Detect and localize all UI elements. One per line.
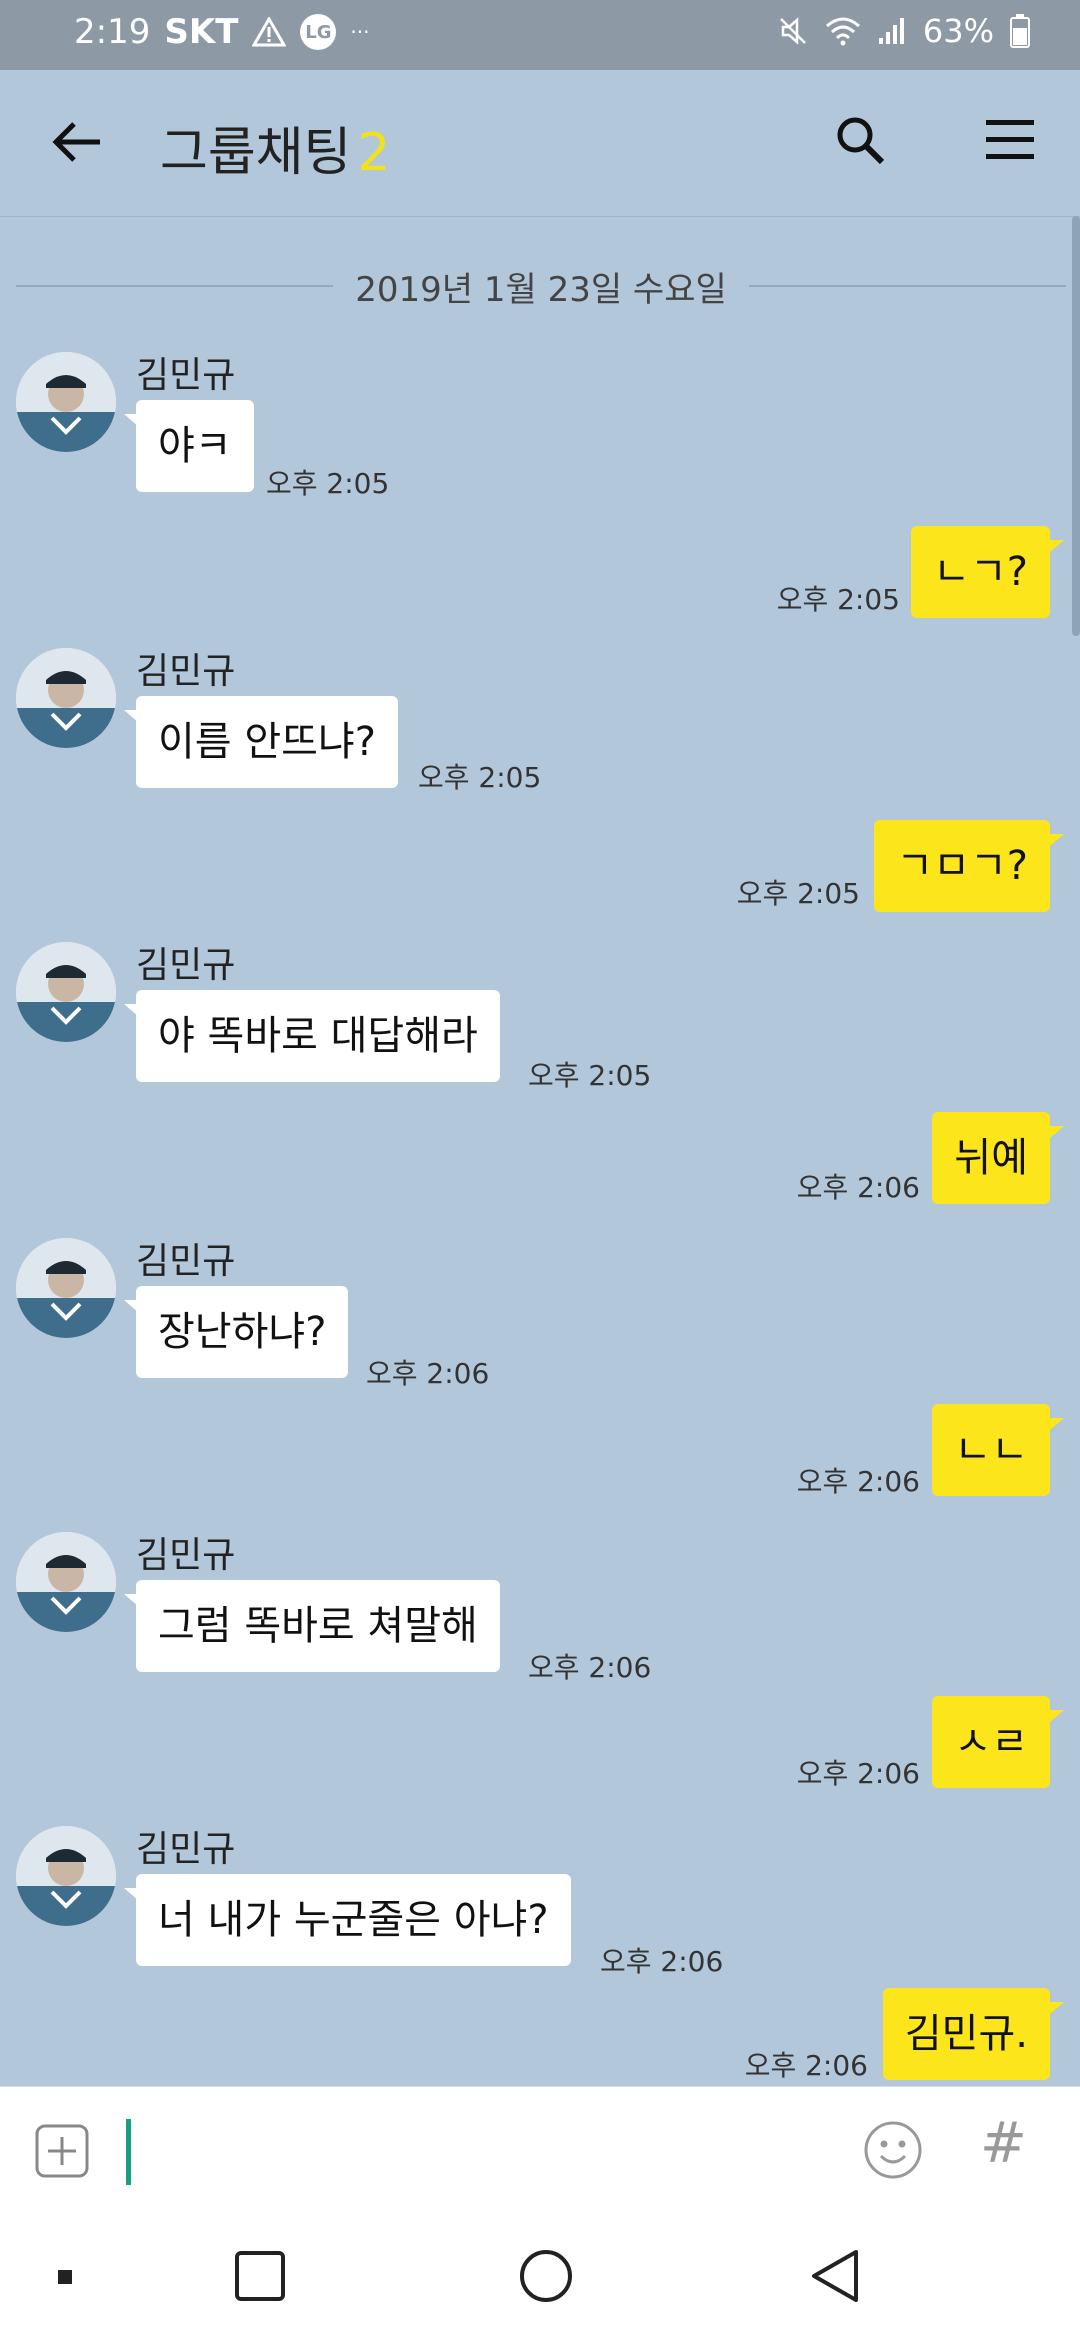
avatar[interactable]: [16, 942, 116, 1042]
back-button[interactable]: [48, 112, 108, 172]
message-bubble[interactable]: ㄱㅁㄱ?: [874, 820, 1064, 912]
message-bubble[interactable]: 야 똑바로 대답해라: [124, 990, 500, 1082]
status-carrier: SKT: [164, 12, 239, 52]
avatar[interactable]: [16, 352, 116, 452]
message-bubble[interactable]: 야ㅋ: [124, 400, 254, 492]
message-input-bar: #: [0, 2086, 1080, 2213]
status-bar: 2:19 SKT LG ··· 63%: [0, 0, 1080, 70]
battery-icon: [1010, 14, 1030, 48]
avatar[interactable]: [16, 1826, 116, 1926]
message-input[interactable]: [126, 2119, 131, 2185]
outgoing-message: 뉘예 오후 2:06: [450, 1112, 1064, 1204]
outgoing-message: ㄴㄱ? 오후 2:05: [450, 526, 1064, 618]
date-divider-text: 2019년 1월 23일 수요일: [355, 269, 727, 310]
chat-title: 그룹채팅 2: [160, 110, 390, 185]
menu-button[interactable]: [980, 110, 1040, 170]
outgoing-message: ㄴㄴ 오후 2:06: [450, 1404, 1064, 1498]
chat-title-text: 그룹채팅: [160, 123, 352, 183]
lg-badge: LG: [300, 14, 337, 50]
outgoing-message: ㄱㅁㄱ? 오후 2:05: [450, 820, 1064, 912]
avatar[interactable]: [16, 648, 116, 748]
date-divider: 2019년 1월 23일 수요일: [16, 266, 1066, 310]
message-bubble[interactable]: 이름 안뜨냐?: [124, 696, 398, 788]
warning-icon: [252, 17, 287, 47]
mute-icon: [779, 17, 806, 45]
message-time: 오후 2:06: [366, 1357, 490, 1390]
message-time: 오후 2:06: [796, 1757, 920, 1790]
sender-name: 김민규: [136, 355, 236, 396]
outgoing-message: ㅅㄹ 오후 2:06: [450, 1696, 1064, 1790]
message-bubble[interactable]: 뉘예: [932, 1112, 1064, 1204]
back-nav-button[interactable]: [808, 2248, 862, 2304]
attach-plus-button[interactable]: [34, 2123, 90, 2179]
message-bubble[interactable]: 김민규.: [882, 1988, 1065, 2080]
message-time: 오후 2:06: [600, 1945, 724, 1978]
sender-name: 김민규: [136, 945, 236, 986]
message-time: 오후 2:06: [528, 1651, 652, 1684]
search-button[interactable]: [830, 110, 890, 170]
status-time: 2:19: [74, 12, 151, 52]
message-time: 오후 2:05: [266, 467, 390, 500]
message-time: 오후 2:05: [418, 761, 542, 794]
more-notifications-icon: ···: [350, 20, 370, 44]
sender-name: 김민규: [136, 651, 236, 692]
wifi-icon: [825, 17, 860, 46]
scrollbar[interactable]: [1072, 216, 1080, 636]
member-count: 2: [357, 123, 391, 183]
message-time: 오후 2:06: [796, 1465, 920, 1498]
message-bubble[interactable]: 너 내가 누군줄은 아냐?: [124, 1874, 571, 1966]
avatar[interactable]: [16, 1532, 116, 1632]
sender-name: 김민규: [136, 1241, 236, 1282]
hashtag-search-button[interactable]: #: [980, 2111, 1027, 2176]
message-bubble[interactable]: ㅅㄹ: [932, 1696, 1064, 1788]
outgoing-message: 김민규. 오후 2:06: [450, 1988, 1065, 2082]
message-bubble[interactable]: ㄴㄴ: [932, 1404, 1064, 1496]
home-button[interactable]: [518, 2248, 574, 2304]
message-time: 오후 2:06: [744, 2049, 868, 2082]
message-time: 오후 2:05: [528, 1059, 652, 1092]
avatar[interactable]: [16, 1238, 116, 1338]
message-bubble[interactable]: 그럼 똑바로 쳐말해: [124, 1580, 500, 1672]
system-navigation-bar: [0, 2212, 1080, 2340]
chat-area[interactable]: 2019년 1월 23일 수요일 김민규 야ㅋ 오후 2:05 ㄴㄱ? 오후 2…: [0, 216, 1080, 2086]
message-bubble[interactable]: 장난하냐?: [123, 1286, 349, 1378]
message-time: 오후 2:05: [776, 583, 900, 616]
battery-percent: 63%: [922, 12, 994, 50]
message-bubble[interactable]: ㄴㄱ?: [911, 526, 1064, 618]
message-time: 오후 2:05: [736, 877, 860, 910]
sender-name: 김민규: [136, 1535, 236, 1576]
signal-icon: [878, 18, 904, 44]
emoji-button[interactable]: [862, 2119, 924, 2181]
recent-apps-button[interactable]: [234, 2250, 286, 2302]
message-time: 오후 2:06: [796, 1171, 920, 1204]
chat-header: 그룹채팅 2: [0, 70, 1080, 217]
sender-name: 김민규: [136, 1829, 236, 1870]
nav-dot-icon[interactable]: [58, 2270, 72, 2284]
